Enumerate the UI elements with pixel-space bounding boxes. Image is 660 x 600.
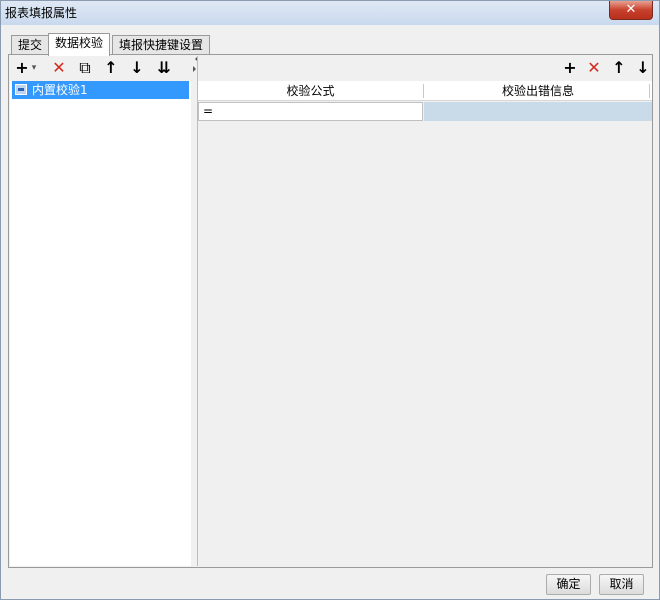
tab-submit[interactable]: 提交	[11, 35, 50, 55]
arrow-up-icon[interactable]: ↑	[100, 58, 122, 78]
validation-list-panel: + ▾ ✕ ⧉ ↑ ↓ ⇊ 内置校验1	[10, 56, 191, 566]
validation-detail-panel: + ✕ ↑ ↓ 校验公式 校验出错信息 =	[197, 56, 652, 566]
title-bar[interactable]: 报表填报属性 ✕	[1, 1, 659, 25]
chevron-down-icon[interactable]: ▾	[29, 58, 39, 78]
table-row: =	[198, 101, 652, 121]
validation-grid: 校验公式 校验出错信息 =	[198, 81, 652, 121]
list-item-label: 内置校验1	[32, 83, 88, 97]
add-icon[interactable]: +	[14, 58, 30, 78]
delete-row-icon[interactable]: ✕	[583, 58, 605, 78]
copy-icon[interactable]: ⧉	[74, 58, 96, 78]
tab-data-validation[interactable]: 数据校验	[48, 33, 111, 56]
close-button[interactable]: ✕	[609, 1, 653, 20]
grid-header: 校验公式 校验出错信息	[198, 81, 652, 101]
validation-item-icon	[15, 84, 27, 95]
row-up-icon[interactable]: ↑	[608, 58, 630, 78]
move-to-bottom-icon[interactable]: ⇊	[153, 58, 175, 78]
right-toolbar: + ✕ ↑ ↓	[198, 56, 653, 80]
list-item[interactable]: 内置校验1	[12, 81, 189, 99]
error-message-cell[interactable]	[424, 102, 652, 121]
row-down-icon[interactable]: ↓	[632, 58, 654, 78]
left-toolbar: + ▾ ✕ ⧉ ↑ ↓ ⇊	[10, 56, 191, 81]
add-row-icon[interactable]: +	[559, 58, 581, 78]
delete-icon[interactable]: ✕	[48, 58, 70, 78]
tab-shortcut-settings[interactable]: 填报快捷键设置	[112, 35, 211, 55]
column-separator[interactable]	[649, 84, 650, 98]
dialog-window: 报表填报属性 ✕ 提交 数据校验 填报快捷键设置 + ▾ ✕ ⧉ ↑ ↓ ⇊ 内…	[0, 0, 660, 600]
column-header-error-message[interactable]: 校验出错信息	[424, 81, 652, 101]
column-header-formula[interactable]: 校验公式	[198, 81, 423, 101]
cancel-button[interactable]: 取消	[599, 574, 644, 595]
window-title: 报表填报属性	[5, 6, 78, 20]
arrow-down-icon[interactable]: ↓	[126, 58, 148, 78]
formula-cell[interactable]: =	[198, 102, 423, 121]
tab-content: + ▾ ✕ ⧉ ↑ ↓ ⇊ 内置校验1 + ✕ ↑ ↓ 校验公式 校验出错信息 …	[8, 54, 653, 568]
ok-button[interactable]: 确定	[546, 574, 591, 595]
validation-list: 内置校验1	[10, 81, 191, 566]
